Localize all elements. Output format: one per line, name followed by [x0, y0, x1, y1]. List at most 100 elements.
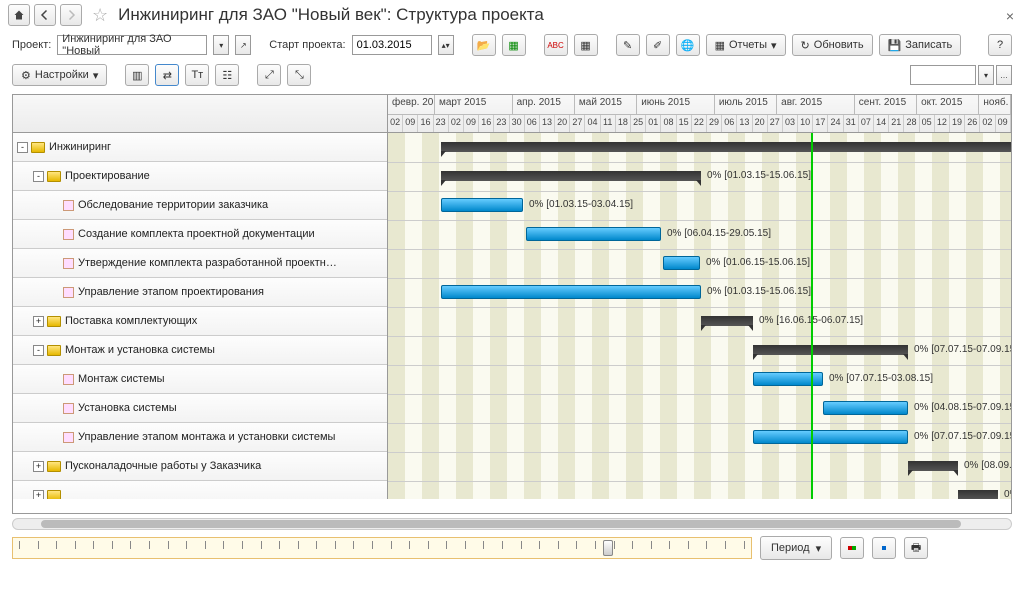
blue-legend-icon[interactable] [872, 537, 896, 559]
task-row[interactable]: Обследование территории заказчика [13, 191, 387, 220]
back-button[interactable] [34, 4, 56, 26]
task-row[interactable]: + Пусконаладочные работы у Заказчика [13, 452, 387, 481]
day-cell: 31 [844, 115, 859, 132]
day-cell: 27 [570, 115, 585, 132]
task-bar[interactable] [441, 198, 523, 212]
summary-bar[interactable] [441, 171, 701, 181]
task-bar[interactable] [526, 227, 661, 241]
day-cell: 13 [540, 115, 555, 132]
summary-bar[interactable] [908, 461, 958, 471]
close-button[interactable]: × [1006, 8, 1014, 24]
expand-toggle[interactable]: + [33, 316, 44, 327]
task-name: Проектирование [65, 170, 150, 182]
summary-bar[interactable] [701, 316, 753, 326]
day-cell: 23 [434, 115, 449, 132]
doc-edit-icon[interactable]: ✐ [646, 34, 670, 56]
period-button[interactable]: Период ▾ [760, 536, 832, 560]
home-button[interactable] [8, 4, 30, 26]
help-button[interactable]: ? [988, 34, 1012, 56]
project-combo-open[interactable]: ↗ [235, 35, 251, 55]
red-abc-icon[interactable]: ABC [544, 34, 568, 56]
task-row[interactable]: Создание комплекта проектной документаци… [13, 220, 387, 249]
day-cell: 22 [692, 115, 707, 132]
start-label: Старт проекта: [269, 39, 345, 51]
bar-label: 0% [29.09.15… [1004, 489, 1011, 499]
summary-bar[interactable] [958, 490, 998, 499]
project-combo-dropdown[interactable]: ▾ [213, 35, 229, 55]
folder-icon [31, 142, 45, 153]
star-icon[interactable]: ☆ [92, 5, 108, 26]
zoom-fit-icon[interactable]: ⤢ [257, 64, 281, 86]
folder-open-icon[interactable]: 📂 [472, 34, 496, 56]
task-bar[interactable] [663, 256, 700, 270]
expand-toggle[interactable]: - [17, 142, 28, 153]
print-icon[interactable]: 🖶 [904, 537, 928, 559]
expand-toggle[interactable]: - [33, 171, 44, 182]
expand-toggle[interactable]: - [33, 345, 44, 356]
summary-bar[interactable] [753, 345, 908, 355]
refresh-button[interactable]: ↻ Обновить [792, 34, 873, 56]
right-combo[interactable] [910, 65, 976, 85]
task-bar[interactable] [753, 430, 908, 444]
task-bar[interactable] [823, 401, 908, 415]
day-cell: 26 [965, 115, 980, 132]
month-cell: февр. 2015 [388, 95, 435, 114]
task-row[interactable]: -Монтаж и установка системы [13, 336, 387, 365]
text-icon[interactable]: Tт [185, 64, 209, 86]
calendar-icon[interactable]: ▦ [574, 34, 598, 56]
bar-label: 0% [01.03.15-03.04.15] [529, 199, 633, 210]
task-row[interactable]: Утверждение комплекта разработанной прое… [13, 249, 387, 278]
page-title: Инжиниринг для ЗАО "Новый век": Структур… [118, 5, 544, 25]
task-tree[interactable]: -Инжиниринг-ПроектированиеОбследование т… [13, 133, 388, 499]
zoom-thumb[interactable] [603, 540, 613, 556]
gantt-bars-area[interactable]: 0% [01.03.15-15.06.15] 0% [01.03.15-03.04… [388, 133, 1011, 499]
save-button[interactable]: 💾 Записать [879, 34, 962, 56]
link-icon[interactable]: ⇄ [155, 64, 179, 86]
settings-button[interactable]: ⚙ Настройки ▾ [12, 64, 107, 86]
task-name: Обследование территории заказчика [78, 199, 268, 211]
zoom-sel-icon[interactable]: ⤡ [287, 64, 311, 86]
date-stepper[interactable]: ▴▾ [438, 35, 454, 55]
task-row[interactable]: +Поставка комплектующих [13, 307, 387, 336]
bar-label: 0% [01.03.15-15.06.15] [707, 286, 811, 297]
expand-toggle[interactable]: + [33, 490, 44, 500]
task-bar[interactable] [441, 285, 701, 299]
day-cell: 08 [661, 115, 676, 132]
right-combo-more[interactable]: … [996, 65, 1012, 85]
day-cell: 16 [418, 115, 433, 132]
today-marker [811, 133, 813, 499]
task-row[interactable]: Монтаж системы [13, 365, 387, 394]
forward-button[interactable] [60, 4, 82, 26]
hierarchy-icon[interactable]: ☷ [215, 64, 239, 86]
zoom-slider[interactable] [12, 537, 752, 559]
right-combo-dropdown[interactable]: ▾ [978, 65, 994, 85]
task-row[interactable]: Установка системы [13, 394, 387, 423]
task-row[interactable]: Управление этапом проектирования [13, 278, 387, 307]
gantt-chart: февр. 2015март 2015апр. 2015май 2015июнь… [12, 94, 1012, 514]
day-cell: 10 [798, 115, 813, 132]
day-cell: 20 [753, 115, 768, 132]
project-combo[interactable]: Инжиниринг для ЗАО "Новый [57, 35, 207, 55]
task-row[interactable]: + [13, 481, 387, 499]
task-name: Пусконаладочные работы у Заказчика [65, 460, 261, 472]
task-row[interactable]: -Инжиниринг [13, 133, 387, 162]
summary-bar[interactable] [441, 142, 1011, 152]
task-icon [63, 200, 74, 211]
day-cell: 28 [904, 115, 919, 132]
columns-icon[interactable]: ▥ [125, 64, 149, 86]
green-legend-icon[interactable] [840, 537, 864, 559]
horizontal-scrollbar[interactable] [12, 518, 1012, 530]
expand-toggle[interactable]: + [33, 461, 44, 472]
globe-icon[interactable]: 🌐 [676, 34, 700, 56]
start-date-input[interactable] [352, 35, 432, 55]
edit-icon[interactable]: ✎ [616, 34, 640, 56]
task-row[interactable]: - Проектирование [13, 162, 387, 191]
day-cell: 01 [646, 115, 661, 132]
task-icon [63, 258, 74, 269]
task-row[interactable]: Управление этапом монтажа и установки си… [13, 423, 387, 452]
day-cell: 30 [510, 115, 525, 132]
reports-button[interactable]: ▦ Отчеты ▾ [706, 34, 786, 56]
green-doc-icon[interactable]: ▦ [502, 34, 526, 56]
day-cell: 09 [403, 115, 418, 132]
day-cell: 24 [828, 115, 843, 132]
